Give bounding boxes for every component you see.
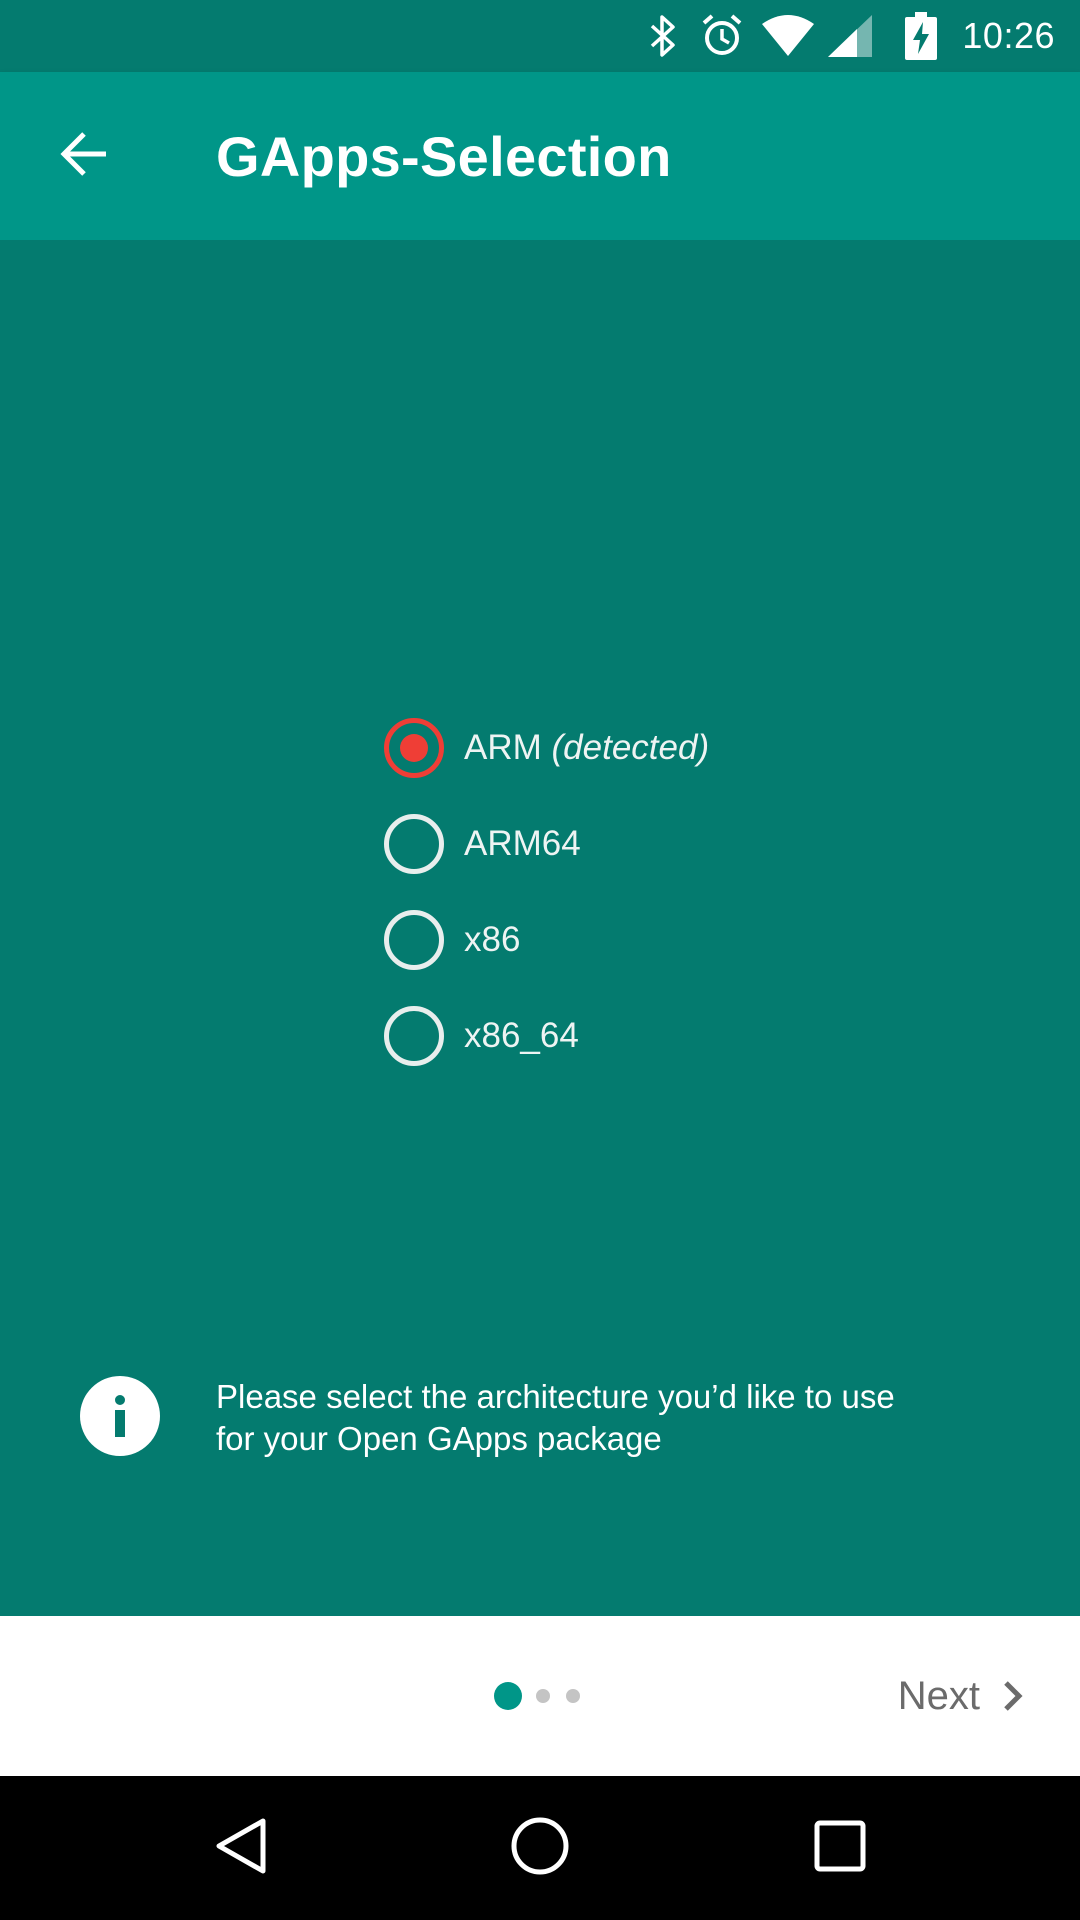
next-button[interactable]: Next [898,1616,1024,1776]
square-recents-icon [814,1820,866,1877]
wizard-footer: Next [0,1616,1080,1776]
radio-button-x86[interactable] [384,910,444,970]
detected-note: (detected) [551,728,710,767]
next-button-label: Next [897,1673,980,1718]
signal-icon [826,0,874,72]
radio-option-arm[interactable]: ARM (detected) [384,700,844,796]
radio-button-arm[interactable] [384,718,444,778]
page-title: GApps-Selection [216,124,672,188]
radio-label-arm: ARM (detected) [464,728,710,767]
radio-option-x86-64[interactable]: x86_64 [384,988,844,1084]
alarm-icon [697,0,747,72]
architecture-radio-group: ARM (detected) ARM64 x86 x86_64 [384,700,844,1084]
nav-recents-button[interactable] [760,1776,920,1920]
nav-back-button[interactable] [161,1776,321,1920]
status-clock: 10:26 [962,15,1055,56]
system-nav-bar [0,1776,1080,1920]
main-content: ARM (detected) ARM64 x86 x86_64 Please s… [0,240,1080,1616]
page-dot-3 [566,1689,580,1703]
info-text-line-2: for your Open GApps package [216,1420,662,1457]
arrow-back-icon [58,128,110,185]
status-bar: 10:26 [0,0,1080,72]
radio-button-x86-64[interactable] [384,1006,444,1066]
info-icon [80,1376,160,1456]
radio-option-x86[interactable]: x86 [384,892,844,988]
radio-label-x86-64: x86_64 [464,1016,579,1055]
page-dot-1 [494,1682,522,1710]
radio-button-arm64[interactable] [384,814,444,874]
page-indicator [494,1616,596,1776]
app-bar: GApps-Selection [0,72,1080,240]
radio-option-arm64[interactable]: ARM64 [384,796,844,892]
page-dot-2 [536,1689,550,1703]
battery-charging-icon [902,0,940,72]
back-button[interactable] [40,112,128,200]
nav-home-button[interactable] [460,1776,620,1920]
info-text: Please select the architecture you’d lik… [216,1376,1016,1460]
bluetooth-icon [640,0,686,72]
circle-home-icon [510,1816,570,1881]
triangle-back-icon [213,1816,269,1881]
info-text-line-1: Please select the architecture you’d lik… [216,1378,895,1415]
wifi-icon [760,0,816,72]
radio-label-arm64: ARM64 [464,824,581,863]
radio-label-x86: x86 [464,920,521,959]
chevron-right-icon [1002,1679,1024,1713]
